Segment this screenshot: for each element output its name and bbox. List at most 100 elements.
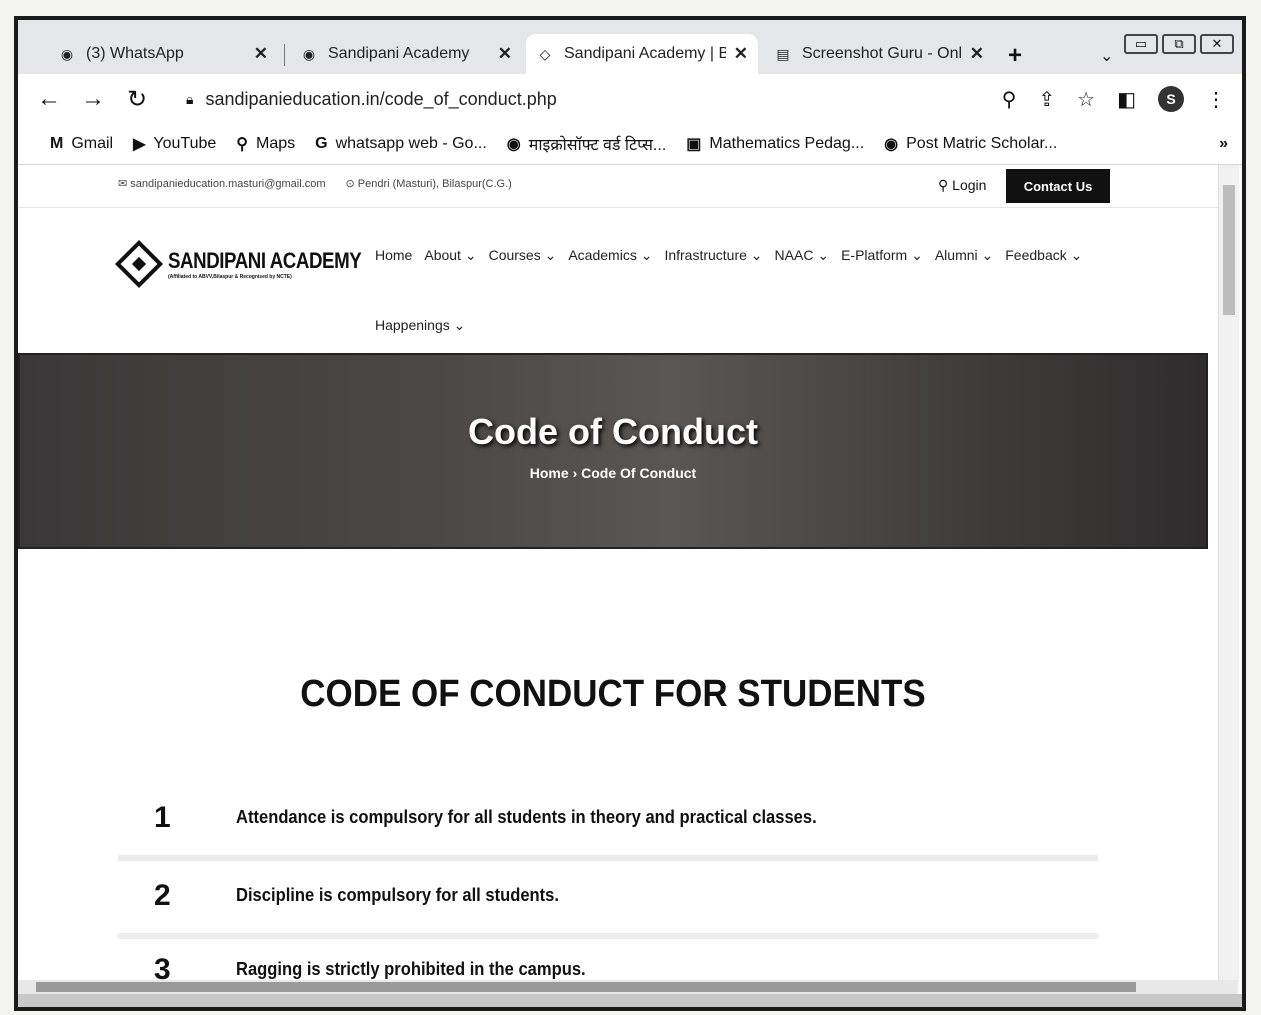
bookmark-word-tips[interactable]: ◉ माइक्रोसॉफ्ट वर्ड टिप्स... [507, 133, 667, 155]
site-logo[interactable]: SANDIPANI ACADEMY (Affiliated to ABVV,Bi… [114, 239, 395, 289]
tab-label: Sandipani Academy [328, 45, 470, 62]
diamond-logo-icon: ◇ [539, 45, 551, 62]
nav-infrastructure[interactable]: Infrastructure ⌄ [664, 247, 762, 264]
forward-arrow-icon[interactable]: → [80, 85, 106, 113]
tab-label: Sandipani Academy | Bila [564, 45, 726, 62]
nav-happenings[interactable]: Happenings ⌄ [375, 317, 465, 334]
restore-button[interactable]: ⧉ [1162, 34, 1196, 54]
reload-icon[interactable]: ↻ [124, 85, 150, 114]
minimize-button[interactable]: ▭ [1124, 34, 1158, 54]
bookmark-page-icon: ▣ [686, 136, 702, 153]
tab-sandipani-academy[interactable]: ◉ Sandipani Academy ✕ [290, 34, 522, 74]
bookmark-whatsapp-web[interactable]: G whatsapp web - Go... [315, 135, 487, 153]
breadcrumb-current: Code Of Conduct [581, 465, 697, 481]
scrollbar-thumb[interactable] [1223, 185, 1235, 315]
location-text: Pendri (Masturi), Bilaspur(C.G.) [357, 178, 512, 190]
new-tab-plus-icon[interactable]: + [1008, 42, 1022, 70]
contact-us-button[interactable]: Contact Us [1006, 169, 1110, 203]
bookmarks-bar: M Gmail ▶ YouTube ⚲ Maps G whatsapp web … [18, 124, 1242, 165]
nav-about[interactable]: About ⌄ [424, 247, 476, 264]
user-icon: ⚲ [938, 177, 949, 193]
section-title: CODE OF CONDUCT FOR STUDENTS [300, 673, 926, 715]
more-menu-icon[interactable]: ⋮ [1206, 87, 1226, 112]
more-bookmarks-icon[interactable]: » [1219, 135, 1228, 153]
vertical-scrollbar[interactable] [1218, 165, 1239, 980]
bookmark-label: Gmail [71, 135, 114, 152]
tab-label: (3) WhatsApp [86, 45, 184, 62]
rule-text: Attendance is compulsory for all student… [236, 807, 817, 827]
rule-text: Discipline is compulsory for all student… [236, 885, 560, 905]
bookmark-mathematics[interactable]: ▣ Mathematics Pedag... [686, 134, 864, 154]
breadcrumb-home[interactable]: Home [530, 465, 569, 481]
nav-academics[interactable]: Academics ⌄ [568, 247, 652, 264]
chevron-down-icon[interactable]: ⌄ [1100, 46, 1113, 66]
rule-number: 3 [154, 953, 171, 980]
tab-strip: ◉ (3) WhatsApp ✕ ◉ Sandipani Academy ✕ ◇… [18, 20, 1242, 75]
diamond-logo-icon [114, 239, 164, 289]
globe-icon: ◉ [302, 45, 316, 62]
email-text: sandipanieducation.masturi@gmail.com [130, 178, 326, 190]
close-icon[interactable]: ✕ [254, 44, 268, 64]
location-info: ⊙ Pendri (Masturi), Bilaspur(C.G.) [345, 178, 512, 190]
globe-icon: ◉ [506, 136, 521, 153]
url-field[interactable]: sandipanieducation.in/code_of_conduct.ph… [205, 89, 556, 110]
scrollbar-thumb[interactable] [36, 982, 1136, 992]
breadcrumb: Home › Code Of Conduct [20, 465, 1206, 481]
close-icon[interactable]: ✕ [498, 44, 512, 64]
bookmark-gmail[interactable]: M Gmail [50, 135, 113, 153]
logo-name: SANDIPANI ACADEMY [168, 248, 362, 273]
nav-e-platform[interactable]: E-Platform ⌄ [841, 247, 923, 264]
close-icon[interactable]: ✕ [970, 44, 984, 64]
browser-window: ◉ (3) WhatsApp ✕ ◉ Sandipani Academy ✕ ◇… [14, 16, 1246, 1011]
tab-screenshot-guru[interactable]: ▤ Screenshot Guru - Online ✕ [764, 34, 994, 74]
side-panel-icon[interactable]: ◧ [1117, 87, 1136, 112]
email-info[interactable]: ✉ sandipanieducation.masturi@gmail.com [118, 177, 326, 190]
close-icon[interactable]: ✕ [734, 44, 748, 64]
share-icon[interactable]: ⇪ [1038, 87, 1055, 112]
main-nav: Home About ⌄ Courses ⌄ Academics ⌄ Infra… [375, 247, 1082, 264]
login-link[interactable]: ⚲ Login [938, 177, 986, 194]
whatsapp-icon: ◉ [60, 45, 74, 62]
taskbar [18, 994, 1242, 1007]
hero-title: Code of Conduct [468, 411, 758, 452]
list-item: 2 Discipline is compulsory for all stude… [118, 861, 1098, 933]
bookmark-star-icon[interactable]: ☆ [1077, 87, 1095, 112]
page-hero-banner: Code of Conduct Home › Code Of Conduct [18, 353, 1208, 549]
bookmark-label: माइक्रोसॉफ्ट वर्ड टिप्स... [528, 137, 667, 154]
bookmark-label: Mathematics Pedag... [709, 135, 865, 152]
back-arrow-icon[interactable]: ← [36, 85, 62, 113]
nav-naac[interactable]: NAAC ⌄ [775, 247, 830, 264]
globe-icon: ◉ [884, 136, 899, 153]
rule-text: Ragging is strictly prohibited in the ca… [236, 959, 586, 979]
rule-number: 1 [154, 801, 171, 834]
nav-feedback[interactable]: Feedback ⌄ [1005, 247, 1082, 264]
logo-subtitle: (Affiliated to ABVV,Bilaspur & Recognise… [168, 274, 292, 280]
rule-number: 2 [154, 879, 171, 912]
address-bar-row: ← → ↻ 🔒︎ sandipanieducation.in/code_of_c… [18, 74, 1242, 124]
lock-icon[interactable]: 🔒︎ [186, 91, 193, 108]
breadcrumb-separator: › [572, 465, 578, 481]
bookmark-label: Post Matric Scholar... [906, 135, 1058, 152]
list-item: 1 Attendance is compulsory for all stude… [118, 783, 1098, 855]
youtube-icon: ▶ [133, 136, 146, 153]
bookmark-youtube[interactable]: ▶ YouTube [133, 134, 216, 154]
bookmark-label: Maps [256, 135, 296, 152]
gmail-icon: M [50, 135, 64, 152]
tab-sandipani-academy-active[interactable]: ◇ Sandipani Academy | Bila ✕ [526, 34, 758, 74]
profile-avatar[interactable]: S [1158, 86, 1184, 112]
tab-label: Screenshot Guru - Online [802, 45, 962, 62]
horizontal-scrollbar[interactable] [18, 980, 1238, 994]
google-icon: G [315, 135, 328, 152]
close-window-button[interactable]: ✕ [1200, 34, 1234, 54]
nav-alumni[interactable]: Alumni ⌄ [935, 247, 993, 264]
tab-whatsapp[interactable]: ◉ (3) WhatsApp ✕ [48, 34, 278, 74]
bookmark-maps[interactable]: ⚲ Maps [236, 134, 295, 154]
window-controls: ▭ ⧉ ✕ [1124, 34, 1234, 54]
login-label: Login [952, 177, 987, 193]
nav-courses[interactable]: Courses ⌄ [489, 247, 557, 264]
zoom-search-icon[interactable]: ⚲ [1002, 87, 1017, 112]
bookmark-label: YouTube [153, 135, 217, 152]
screenshot-icon: ▤ [776, 45, 790, 62]
bookmark-post-matric[interactable]: ◉ Post Matric Scholar... [884, 134, 1057, 154]
nav-home[interactable]: Home [375, 247, 412, 264]
